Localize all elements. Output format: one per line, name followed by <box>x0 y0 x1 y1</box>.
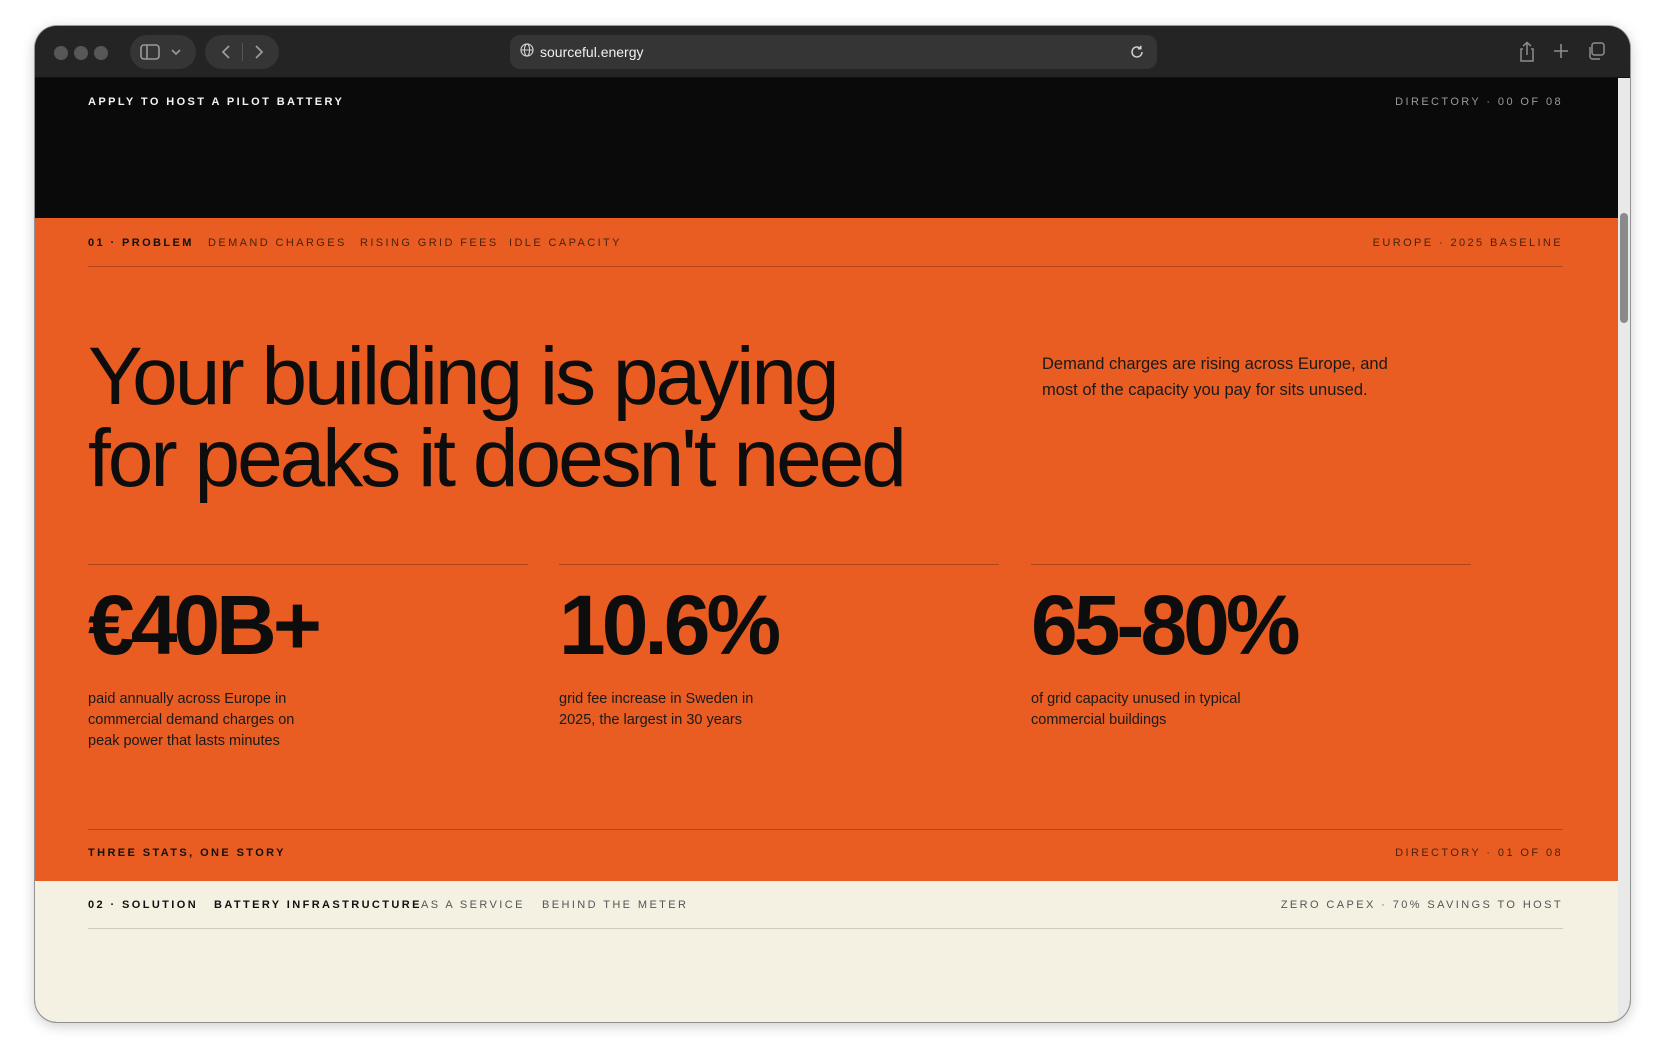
headline-line-2: for peaks it doesn't need <box>88 413 907 504</box>
stat-value: €40B+ <box>88 578 322 672</box>
forward-icon[interactable] <box>253 44 265 60</box>
sidebar-toggle-button[interactable] <box>130 35 196 69</box>
solution-section: 02 · SOLUTION BATTERY INFRASTRUCTURE AS … <box>35 881 1618 1022</box>
browser-toolbar: sourceful.energy <box>35 26 1630 78</box>
nav-as-a-service[interactable]: AS A SERVICE <box>421 899 525 911</box>
section-label-solution[interactable]: 02 · SOLUTION <box>88 899 198 911</box>
stat-value: 10.6% <box>559 578 781 672</box>
scrollbar-thumb[interactable] <box>1620 213 1628 323</box>
nav-demand-charges[interactable]: DEMAND CHARGES <box>208 237 347 249</box>
page-title: Your building is paying for peaks it doe… <box>88 336 1048 500</box>
stat-description: grid fee increase in Sweden in 2025, the… <box>559 691 754 728</box>
problem-section: 01 · PROBLEM DEMAND CHARGES RISING GRID … <box>35 218 1618 881</box>
nav-battery-infrastructure[interactable]: BATTERY INFRASTRUCTURE <box>214 899 422 911</box>
directory-indicator: DIRECTORY · 01 OF 08 <box>1395 847 1563 859</box>
web-page: APPLY TO HOST A PILOT BATTERY DIRECTORY … <box>35 78 1618 1022</box>
back-icon[interactable] <box>220 44 232 60</box>
tabs-icon[interactable] <box>1586 41 1606 66</box>
url-text: sourceful.energy <box>540 44 644 60</box>
headline-line-1: Your building is paying <box>88 331 840 422</box>
solution-tagline: ZERO CAPEX · 70% SAVINGS TO HOST <box>1280 899 1563 911</box>
section-footer-label: THREE STATS, ONE STORY <box>88 847 286 859</box>
divider <box>88 829 1563 830</box>
stat-value: 65-80% <box>1031 578 1301 672</box>
nav-rising-grid-fees[interactable]: RISING GRID FEES <box>360 237 499 249</box>
chevron-down-icon[interactable] <box>170 48 182 56</box>
scrollbar[interactable] <box>1618 78 1630 1022</box>
history-navigation <box>205 35 279 69</box>
minimize-window-button[interactable] <box>74 46 88 60</box>
stat-description: paid annually across Europe in commercia… <box>88 691 295 749</box>
plus-icon[interactable] <box>1552 41 1570 66</box>
reload-icon[interactable] <box>1129 44 1145 65</box>
region-baseline: EUROPE · 2025 BASELINE <box>1372 237 1563 249</box>
top-band: APPLY TO HOST A PILOT BATTERY DIRECTORY … <box>35 78 1618 218</box>
nav-behind-the-meter[interactable]: BEHIND THE METER <box>542 899 688 911</box>
section-label-problem[interactable]: 01 · PROBLEM <box>88 237 194 249</box>
apply-pilot-link[interactable]: APPLY TO HOST A PILOT BATTERY <box>88 96 344 108</box>
intro-text: Demand charges are rising across Europe,… <box>1042 355 1388 399</box>
close-window-button[interactable] <box>54 46 68 60</box>
address-bar[interactable]: sourceful.energy <box>510 35 1157 69</box>
stat-card: 65-80% of grid capacity unused in typica… <box>1031 564 1471 731</box>
globe-icon <box>520 42 534 62</box>
stat-card: €40B+ paid annually across Europe in com… <box>88 564 528 752</box>
stat-description: of grid capacity unused in typical comme… <box>1031 691 1241 728</box>
sidebar-icon <box>140 44 160 60</box>
nav-divider <box>241 43 243 61</box>
nav-idle-capacity[interactable]: IDLE CAPACITY <box>509 237 622 249</box>
zoom-window-button[interactable] <box>94 46 108 60</box>
problem-subnav: 01 · PROBLEM DEMAND CHARGES RISING GRID … <box>88 218 1563 267</box>
browser-window: sourceful.energy APPLY TO HOST A PILOT B… <box>35 26 1630 1022</box>
directory-indicator: DIRECTORY · 00 OF 08 <box>1395 96 1563 108</box>
stat-card: 10.6% grid fee increase in Sweden in 202… <box>559 564 999 731</box>
share-icon[interactable] <box>1518 41 1536 68</box>
solution-subnav: 02 · SOLUTION BATTERY INFRASTRUCTURE AS … <box>88 881 1563 929</box>
